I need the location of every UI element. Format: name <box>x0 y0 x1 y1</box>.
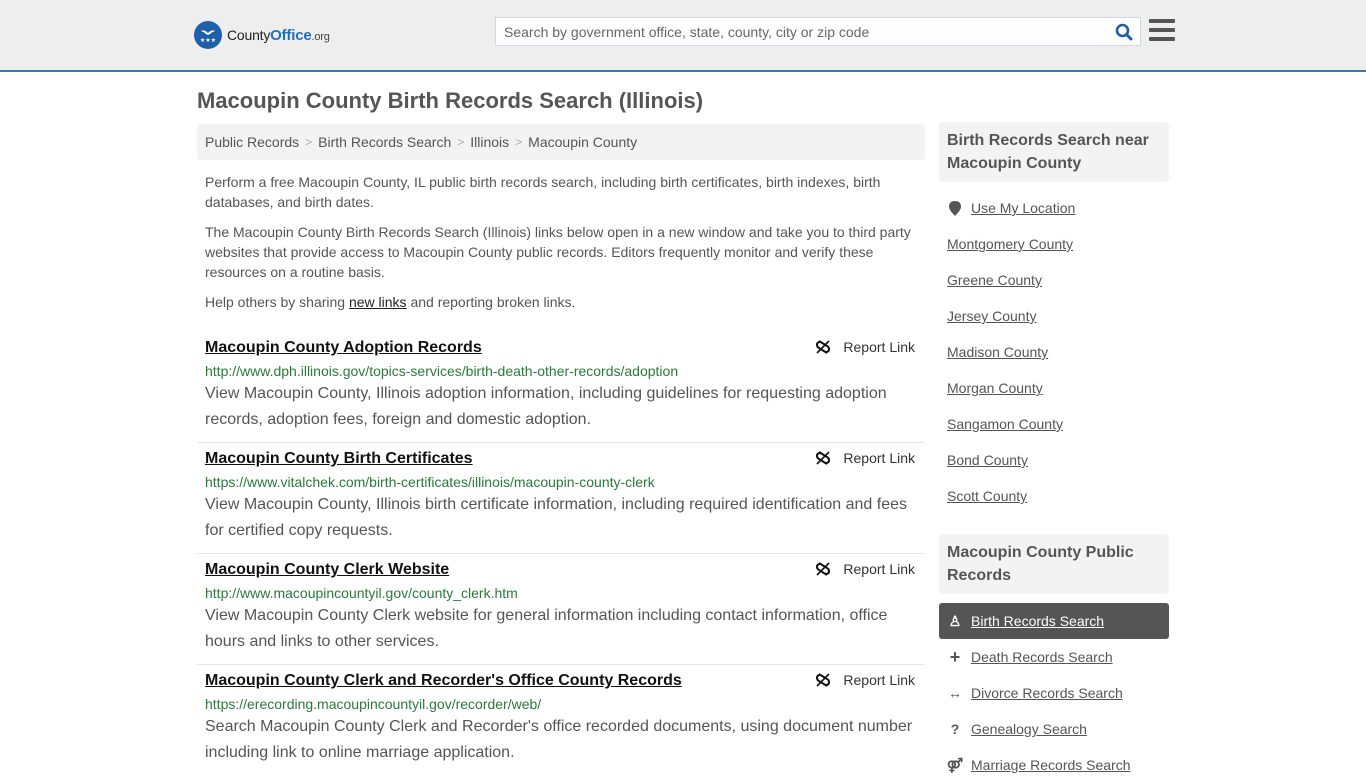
result-item: Macoupin County Adoption Records Report … <box>197 332 925 443</box>
report-link-button[interactable]: Report Link <box>815 561 915 577</box>
search-button[interactable] <box>1108 18 1140 45</box>
nearby-county-link[interactable]: Greene County <box>947 272 1042 288</box>
broken-link-icon <box>816 673 831 687</box>
result-description: View Macoupin County, Illinois adoption … <box>205 385 887 428</box>
use-my-location-link[interactable]: Use My Location <box>971 200 1075 216</box>
nearby-county-item[interactable]: Madison County <box>939 334 1169 370</box>
new-links-link[interactable]: new links <box>349 294 407 310</box>
public-records-heading: Macoupin County Public Records <box>939 534 1169 594</box>
nearby-county-link[interactable]: Scott County <box>947 488 1027 504</box>
arrows-horizontal-icon: ↔ <box>948 685 962 701</box>
breadcrumb-illinois[interactable]: Illinois <box>470 134 509 150</box>
result-url: http://www.macoupincountyil.gov/county_c… <box>205 585 518 601</box>
result-item: Macoupin County Birth Certificates Repor… <box>197 443 925 554</box>
result-item: Macoupin County Clerk Website Report Lin… <box>197 554 925 665</box>
intro-text: Perform a free Macoupin County, IL publi… <box>197 172 925 312</box>
result-url: http://www.dph.illinois.gov/topics-servi… <box>205 363 679 379</box>
sidebar-item-divorce-records[interactable]: ↔ Divorce Records Search <box>939 675 1169 711</box>
nearby-list: Use My Location Montgomery County Greene… <box>939 182 1169 514</box>
logo-text: CountyOffice.org <box>227 26 330 44</box>
report-link-button[interactable]: Report Link <box>815 672 915 688</box>
intro-paragraph-2: The Macoupin County Birth Records Search… <box>205 224 911 280</box>
nearby-county-link[interactable]: Bond County <box>947 452 1028 468</box>
results-list: Macoupin County Adoption Records Report … <box>197 332 925 775</box>
child-icon: ♙ <box>948 612 962 629</box>
question-icon: ? <box>950 721 960 737</box>
search-icon <box>1115 23 1133 40</box>
search-input[interactable] <box>496 18 1108 45</box>
nearby-county-link[interactable]: Madison County <box>947 344 1048 360</box>
sidebar-item-marriage-records[interactable]: ⚤ Marriage Records Search <box>939 747 1169 783</box>
intro-paragraph-3: Help others by sharing new links and rep… <box>205 294 576 310</box>
logo-eagle-icon: ★★★ <box>194 21 222 49</box>
sidebar: Birth Records Search near Macoupin Count… <box>939 122 1169 783</box>
result-description: View Macoupin County Clerk website for g… <box>205 607 888 650</box>
nearby-county-item[interactable]: Montgomery County <box>939 226 1169 262</box>
nearby-county-item[interactable]: Sangamon County <box>939 406 1169 442</box>
broken-link-icon <box>816 451 831 465</box>
public-records-list: ♙ Birth Records Search + Death Records S… <box>939 594 1169 783</box>
result-url: https://erecording.macoupincountyil.gov/… <box>205 696 542 712</box>
nearby-county-link[interactable]: Jersey County <box>947 308 1036 324</box>
nearby-county-item[interactable]: Bond County <box>939 442 1169 478</box>
site-header: ★★★ CountyOffice.org <box>0 0 1366 72</box>
breadcrumb-public-records[interactable]: Public Records <box>205 134 299 150</box>
result-description: Search Macoupin County Clerk and Recorde… <box>205 718 913 761</box>
nearby-county-link[interactable]: Sangamon County <box>947 416 1063 432</box>
sidebar-item-birth-records[interactable]: ♙ Birth Records Search <box>939 603 1169 639</box>
nearby-county-link[interactable]: Montgomery County <box>947 236 1073 252</box>
menu-hamburger-icon[interactable] <box>1149 19 1175 41</box>
sidebar-item-genealogy[interactable]: ? Genealogy Search <box>939 711 1169 747</box>
main-content: Public Records > Birth Records Search > … <box>197 124 925 775</box>
broken-link-icon <box>816 562 831 576</box>
site-logo[interactable]: ★★★ CountyOffice.org <box>194 21 330 49</box>
nearby-county-item[interactable]: Morgan County <box>939 370 1169 406</box>
result-title-link[interactable]: Macoupin County Birth Certificates <box>205 449 473 469</box>
result-title-link[interactable]: Macoupin County Clerk and Recorder's Off… <box>205 671 682 691</box>
result-title-link[interactable]: Macoupin County Clerk Website <box>205 560 449 580</box>
nearby-county-item[interactable]: Jersey County <box>939 298 1169 334</box>
report-link-button[interactable]: Report Link <box>815 450 915 466</box>
breadcrumb-separator: > <box>457 135 465 149</box>
breadcrumb-separator: > <box>515 135 523 149</box>
result-item: Macoupin County Clerk and Recorder's Off… <box>197 665 925 775</box>
nearby-county-link[interactable]: Morgan County <box>947 380 1043 396</box>
intro-paragraph-1: Perform a free Macoupin County, IL publi… <box>205 174 881 210</box>
use-my-location[interactable]: Use My Location <box>939 190 1169 226</box>
marriage-icon: ⚤ <box>946 756 964 773</box>
map-marker-icon <box>947 200 963 216</box>
breadcrumb-macoupin-county[interactable]: Macoupin County <box>528 134 637 150</box>
nearby-county-item[interactable]: Scott County <box>939 478 1169 514</box>
result-title-link[interactable]: Macoupin County Adoption Records <box>205 338 482 358</box>
report-link-button[interactable]: Report Link <box>815 339 915 355</box>
nearby-heading: Birth Records Search near Macoupin Count… <box>939 122 1169 182</box>
broken-link-icon <box>816 340 831 354</box>
sidebar-item-death-records[interactable]: + Death Records Search <box>939 639 1169 675</box>
plus-icon: + <box>949 646 961 667</box>
nearby-county-item[interactable]: Greene County <box>939 262 1169 298</box>
breadcrumb: Public Records > Birth Records Search > … <box>197 124 925 160</box>
result-url: https://www.vitalchek.com/birth-certific… <box>205 474 655 490</box>
page-title: Macoupin County Birth Records Search (Il… <box>197 88 704 113</box>
search-bar <box>495 17 1141 46</box>
breadcrumb-separator: > <box>305 135 313 149</box>
result-description: View Macoupin County, Illinois birth cer… <box>205 496 908 539</box>
svg-text:★★★: ★★★ <box>200 37 216 44</box>
breadcrumb-birth-records-search[interactable]: Birth Records Search <box>318 134 451 150</box>
